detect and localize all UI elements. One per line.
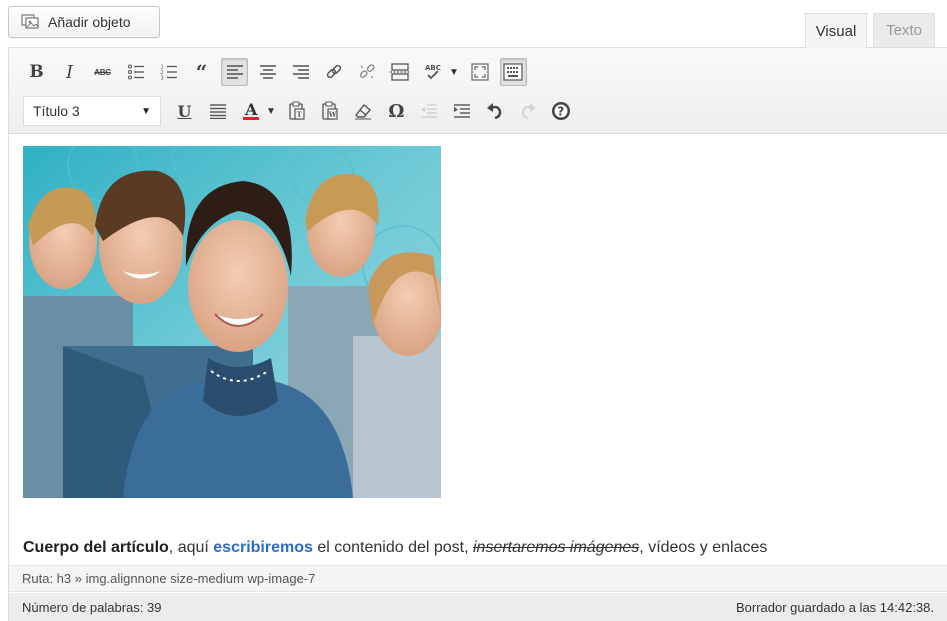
bold-icon[interactable]: B	[23, 58, 50, 86]
indent-icon[interactable]	[449, 97, 476, 125]
body-text-1: , aquí	[168, 539, 214, 556]
body-bold-text: Cuerpo del artículo	[23, 539, 169, 556]
align-center-icon[interactable]	[254, 58, 281, 86]
justify-icon[interactable]	[204, 97, 231, 125]
add-media-button[interactable]: Añadir objeto	[8, 6, 160, 38]
text-color-icon[interactable]: A	[237, 97, 264, 125]
remove-link-icon[interactable]	[353, 58, 380, 86]
spellcheck-icon[interactable]: ABC	[419, 58, 446, 86]
draft-saved-status: Borrador guardado a las 14:42:38.	[735, 600, 934, 615]
chevron-down-icon: ▼	[141, 105, 151, 117]
editor-toolbar: B I ABC 123 “ ABC ▼ Título 3 ▼ U A ▼ T W…	[9, 48, 947, 134]
inserted-image[interactable]	[23, 146, 441, 498]
outdent-icon[interactable]	[416, 97, 443, 125]
editor-content[interactable]: Cuerpo del artículo, aquí escribiremos e…	[9, 135, 947, 565]
tab-text[interactable]: Texto	[873, 13, 935, 47]
text-color-dropdown-icon[interactable]: ▼	[266, 106, 276, 117]
undo-icon[interactable]	[482, 97, 509, 125]
path-bar: Ruta: h3 » img.alignnone size-medium wp-…	[9, 565, 947, 592]
insert-link-icon[interactable]	[320, 58, 347, 86]
paste-from-word-icon[interactable]: W	[317, 97, 344, 125]
svg-text:3: 3	[160, 76, 163, 82]
redo-icon[interactable]	[515, 97, 542, 125]
fullscreen-icon[interactable]	[467, 58, 494, 86]
special-character-icon[interactable]: Ω	[383, 97, 410, 125]
italic-icon[interactable]: I	[56, 58, 83, 86]
align-left-icon[interactable]	[221, 58, 248, 86]
svg-text:?: ?	[558, 105, 565, 119]
help-icon[interactable]: ?	[548, 97, 575, 125]
format-select-value: Título 3	[33, 103, 80, 119]
tab-visual[interactable]: Visual	[805, 13, 867, 48]
bulleted-list-icon[interactable]	[122, 58, 149, 86]
svg-text:A: A	[244, 101, 258, 119]
blockquote-icon[interactable]: “	[188, 58, 215, 86]
spellcheck-dropdown-icon[interactable]: ▼	[449, 67, 459, 78]
format-select[interactable]: Título 3 ▼	[23, 96, 161, 126]
body-link[interactable]: escribiremos	[213, 539, 313, 556]
toolbar-toggle-icon[interactable]	[499, 58, 527, 86]
svg-text:T: T	[297, 110, 303, 119]
add-media-label: Añadir objeto	[48, 14, 131, 30]
insert-more-tag-icon[interactable]	[386, 58, 413, 86]
align-right-icon[interactable]	[287, 58, 314, 86]
editor: B I ABC 123 “ ABC ▼ Título 3 ▼ U A ▼ T W…	[8, 47, 947, 621]
clear-formatting-icon[interactable]	[350, 97, 377, 125]
strikethrough-icon[interactable]: ABC	[89, 58, 116, 86]
paste-as-text-icon[interactable]: T	[284, 97, 311, 125]
underline-icon[interactable]: U	[171, 97, 198, 125]
svg-text:ABC: ABC	[425, 64, 441, 72]
word-count: Número de palabras: 39	[22, 600, 162, 615]
status-bar: Número de palabras: 39 Borrador guardado…	[9, 593, 947, 621]
svg-text:W: W	[328, 110, 337, 119]
body-text-2: el contenido del post,	[312, 539, 473, 556]
add-media-icon	[21, 14, 39, 30]
path-text: Ruta: h3 » img.alignnone size-medium wp-…	[22, 571, 316, 586]
toolbar-row-1: B I ABC 123 “ ABC ▼	[23, 54, 533, 90]
toolbar-row-2: Título 3 ▼ U A ▼ T W Ω ?	[23, 93, 581, 129]
body-strikethrough-text: insertaremos imágenes	[473, 539, 640, 556]
numbered-list-icon[interactable]: 123	[155, 58, 182, 86]
post-body-paragraph[interactable]: Cuerpo del artículo, aquí escribiremos e…	[23, 539, 767, 557]
body-text-3: , vídeos y enlaces	[639, 539, 768, 556]
